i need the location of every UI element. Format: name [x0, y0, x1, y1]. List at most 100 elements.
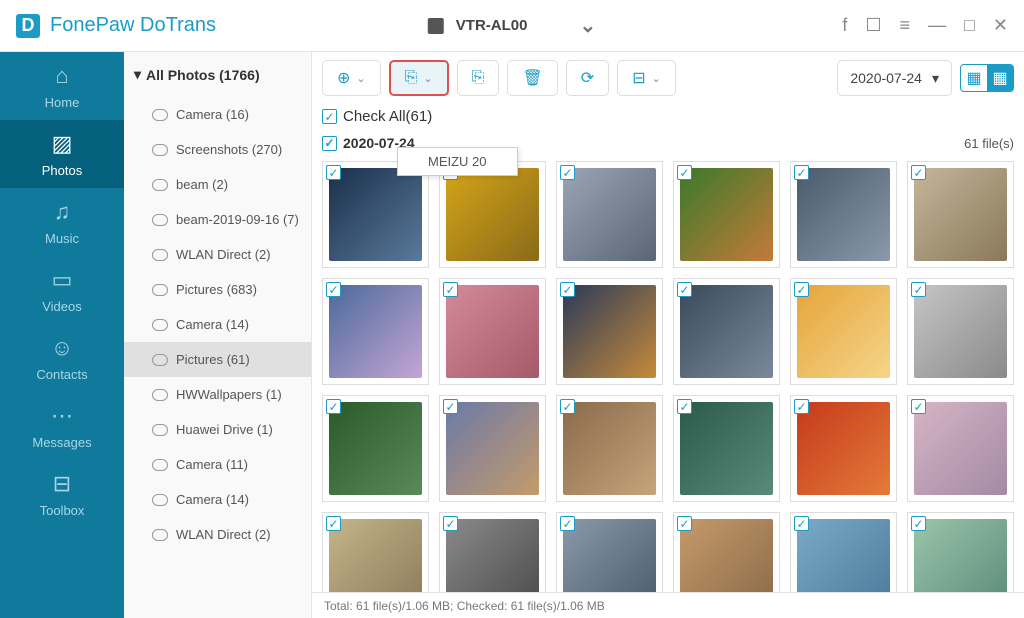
thumb-checkbox[interactable] [326, 399, 341, 414]
thumb-checkbox[interactable] [677, 516, 692, 531]
photo-thumb[interactable] [322, 395, 429, 502]
titlebar-controls: f ☐ ≡ — □ ✕ [842, 15, 1008, 36]
feedback-icon[interactable]: ☐ [865, 15, 881, 36]
folder-item[interactable]: HWWallpapers (1) [124, 377, 311, 412]
maximize-icon[interactable]: □ [964, 15, 975, 36]
thumb-checkbox[interactable] [443, 399, 458, 414]
photo-thumb[interactable] [439, 395, 546, 502]
thumb-checkbox[interactable] [443, 282, 458, 297]
photo-thumb[interactable] [907, 278, 1014, 385]
folder-item[interactable]: beam (2) [124, 167, 311, 202]
photo-thumb[interactable] [907, 161, 1014, 268]
folder-item[interactable]: WLAN Direct (2) [124, 237, 311, 272]
photo-thumb[interactable] [673, 161, 780, 268]
facebook-icon[interactable]: f [842, 15, 847, 36]
photo-thumb[interactable] [673, 278, 780, 385]
thumb-image [797, 285, 890, 378]
folder-item[interactable]: Pictures (683) [124, 272, 311, 307]
thumb-checkbox[interactable] [794, 282, 809, 297]
close-icon[interactable]: ✕ [993, 15, 1008, 36]
thumb-image [329, 402, 422, 495]
folder-header[interactable]: ▾ All Photos (1766) [124, 52, 311, 97]
thumb-checkbox[interactable] [326, 516, 341, 531]
view-large-button[interactable]: ▦ [961, 65, 987, 91]
app-logo: D FonePaw DoTrans [16, 14, 216, 38]
check-all-checkbox[interactable] [322, 109, 337, 124]
toolbar: ⊕⌄ ⎘⌄ ⎘ 🗑 ⟳ ⊟⌄ 2020-07-24 ▾ ▦ ▦ [312, 52, 1024, 104]
folder-icon [152, 354, 168, 366]
photo-thumb[interactable] [790, 395, 897, 502]
photo-thumb[interactable] [790, 278, 897, 385]
view-small-button[interactable]: ▦ [987, 65, 1013, 91]
photo-thumb[interactable] [556, 161, 663, 268]
photo-thumb[interactable] [322, 161, 429, 268]
chevron-down-icon [539, 13, 596, 38]
briefcase-icon: ⊟ [632, 68, 645, 88]
thumb-checkbox[interactable] [677, 165, 692, 180]
thumb-checkbox[interactable] [326, 282, 341, 297]
photo-thumb[interactable] [790, 161, 897, 268]
delete-button[interactable]: 🗑 [507, 60, 557, 96]
sidebar-item-messages[interactable]: ⋯Messages [0, 392, 124, 460]
app-name: FonePaw DoTrans [50, 14, 216, 37]
folder-item[interactable]: Camera (14) [124, 307, 311, 342]
photo-thumb[interactable] [673, 395, 780, 502]
thumb-checkbox[interactable] [794, 516, 809, 531]
thumb-checkbox[interactable] [677, 282, 692, 297]
add-button[interactable]: ⊕⌄ [322, 60, 381, 96]
thumb-image [797, 168, 890, 261]
thumb-checkbox[interactable] [560, 516, 575, 531]
toolbox-button[interactable]: ⊟⌄ [617, 60, 676, 96]
folder-item[interactable]: Camera (14) [124, 482, 311, 517]
photo-thumb[interactable] [556, 395, 663, 502]
device-selector[interactable]: VTR-AL00 [388, 7, 636, 44]
date-filter[interactable]: 2020-07-24 ▾ [837, 60, 952, 96]
sidebar-item-toolbox[interactable]: ⊟Toolbox [0, 460, 124, 528]
minimize-icon[interactable]: — [928, 15, 946, 36]
folder-item[interactable]: WLAN Direct (2) [124, 517, 311, 552]
photo-thumb[interactable] [907, 395, 1014, 502]
thumb-checkbox[interactable] [911, 282, 926, 297]
folder-item[interactable]: Camera (16) [124, 97, 311, 132]
folder-icon [152, 424, 168, 436]
thumb-image [680, 402, 773, 495]
date-checkbox[interactable] [322, 136, 337, 151]
export-to-device-button[interactable]: ⎘⌄ [389, 60, 449, 96]
photo-thumb[interactable] [439, 278, 546, 385]
thumb-checkbox[interactable] [794, 165, 809, 180]
sidebar-item-home[interactable]: ⌂Home [0, 52, 124, 120]
folder-item[interactable]: Screenshots (270) [124, 132, 311, 167]
thumb-checkbox[interactable] [794, 399, 809, 414]
sidebar-item-label: Toolbox [40, 503, 85, 518]
folder-item[interactable]: Camera (11) [124, 447, 311, 482]
thumb-checkbox[interactable] [560, 399, 575, 414]
folder-item[interactable]: beam-2019-09-16 (7) [124, 202, 311, 237]
sidebar-item-label: Music [45, 231, 79, 246]
thumb-checkbox[interactable] [443, 516, 458, 531]
folder-icon [152, 284, 168, 296]
sidebar-item-contacts[interactable]: ☺Contacts [0, 324, 124, 392]
thumb-checkbox[interactable] [326, 165, 341, 180]
chevron-down-icon: ▾ [932, 70, 939, 87]
photo-thumb[interactable] [556, 278, 663, 385]
menu-icon[interactable]: ≡ [900, 15, 911, 36]
folder-label: WLAN Direct (2) [176, 247, 271, 262]
thumb-checkbox[interactable] [911, 399, 926, 414]
thumb-checkbox[interactable] [911, 516, 926, 531]
photo-thumb[interactable] [322, 278, 429, 385]
folder-item[interactable]: Pictures (61) [124, 342, 311, 377]
thumb-checkbox[interactable] [560, 282, 575, 297]
sidebar-item-music[interactable]: ♫Music [0, 188, 124, 256]
export-to-pc-button[interactable]: ⎘ [457, 60, 500, 96]
photo-thumb[interactable] [439, 161, 546, 268]
sidebar-item-photos[interactable]: ▨Photos [0, 120, 124, 188]
folder-label: Screenshots (270) [176, 142, 282, 157]
sidebar-item-videos[interactable]: ▭Videos [0, 256, 124, 324]
folder-label: beam (2) [176, 177, 228, 192]
folder-item[interactable]: Huawei Drive (1) [124, 412, 311, 447]
thumb-checkbox[interactable] [677, 399, 692, 414]
thumb-checkbox[interactable] [911, 165, 926, 180]
refresh-button[interactable]: ⟳ [566, 60, 609, 96]
thumb-checkbox[interactable] [560, 165, 575, 180]
collapse-icon: ▾ [134, 66, 141, 83]
